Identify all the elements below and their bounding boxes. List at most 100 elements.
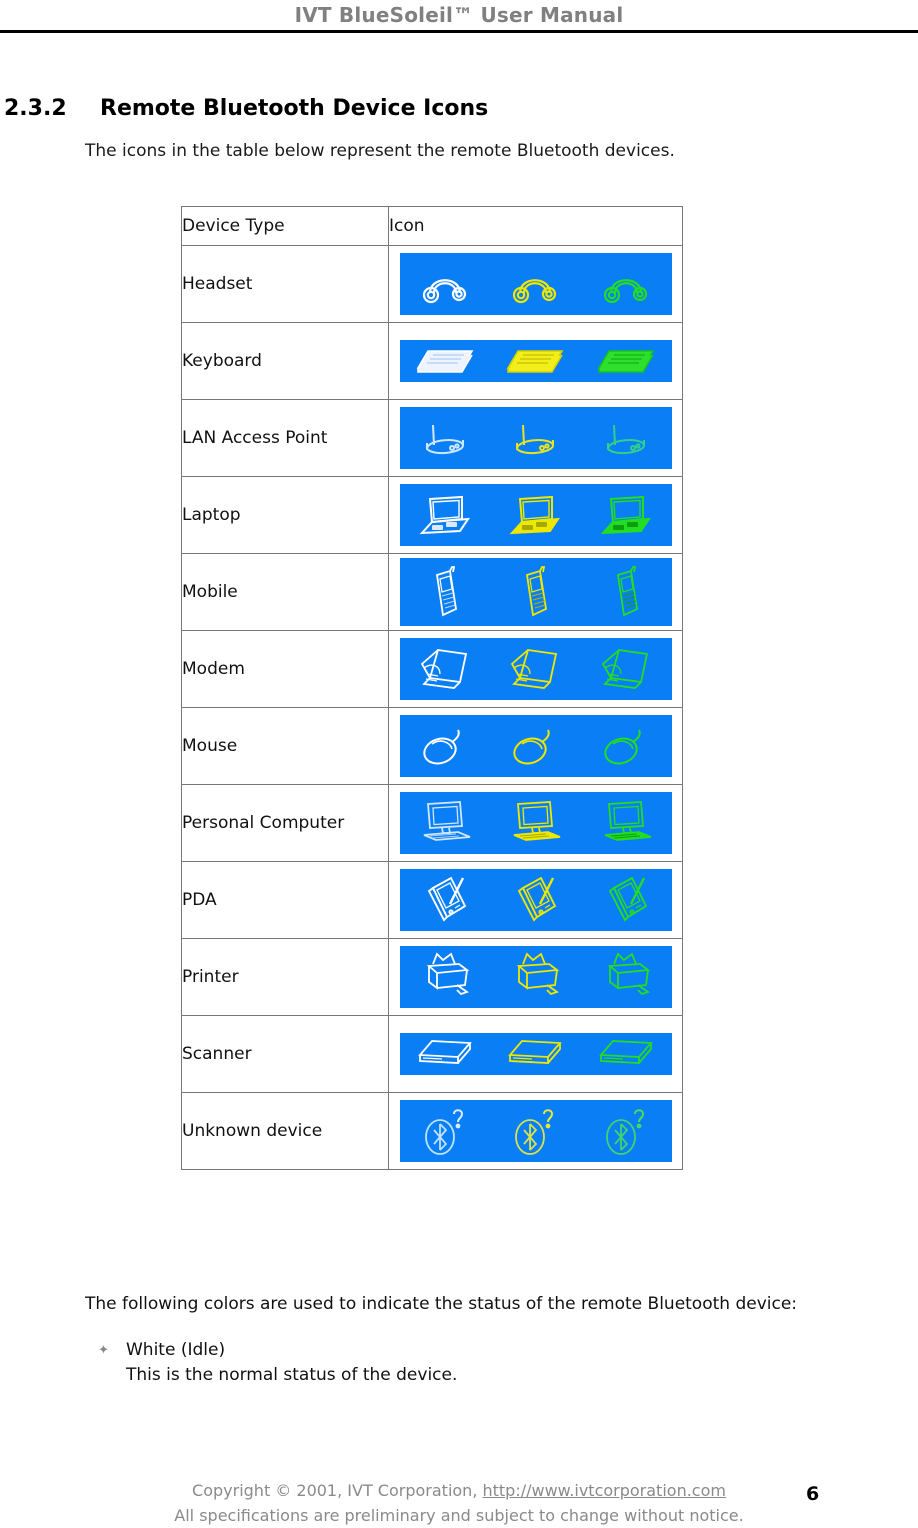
table-row: Keyboard — [181, 322, 683, 400]
personal-computer-icon — [399, 792, 672, 854]
disclaimer-line: All specifications are preliminary and s… — [174, 1506, 744, 1525]
icon-cell — [388, 861, 683, 939]
mouse-icon-green — [589, 715, 663, 777]
table-row: Laptop — [181, 476, 683, 554]
device-type-label: Printer — [181, 938, 389, 1016]
keyboard-icon-yellow — [498, 340, 572, 382]
company-website-link[interactable]: http://www.ivtcorporation.com — [482, 1481, 725, 1500]
personal-computer-icon-white — [408, 792, 482, 854]
keyboard-icon — [399, 340, 672, 382]
pda-icon-yellow — [498, 869, 572, 931]
status-item-label: White (Idle) — [126, 1340, 226, 1360]
modem-icon — [399, 638, 672, 700]
lan-access-point-icon — [399, 407, 672, 469]
unknown-device-icon-white — [408, 1100, 482, 1162]
section-intro-paragraph: The icons in the table below represent t… — [85, 141, 675, 161]
device-type-label: Unknown device — [181, 1092, 389, 1170]
mobile-phone-icon-yellow — [498, 558, 572, 626]
document-header: IVT BlueSoleil™ User Manual — [0, 0, 918, 28]
icon-cell — [388, 245, 683, 323]
table-row: Personal Computer — [181, 784, 683, 862]
icon-cell — [388, 938, 683, 1016]
scanner-icon-green — [589, 1033, 663, 1075]
manual-page: IVT BlueSoleil™ User Manual 2.3.2 Remote … — [0, 0, 918, 1528]
personal-computer-icon-yellow — [498, 792, 572, 854]
icon-cell — [388, 322, 683, 400]
section-title: Remote Bluetooth Device Icons — [100, 96, 489, 121]
table-row: Modem — [181, 630, 683, 708]
unknown-device-icon — [399, 1100, 672, 1162]
icon-cell — [388, 553, 683, 631]
icon-cell — [388, 630, 683, 708]
personal-computer-icon-green — [589, 792, 663, 854]
device-type-label: Mouse — [181, 707, 389, 785]
table-row: Printer — [181, 938, 683, 1016]
header-divider — [0, 30, 918, 33]
list-item: ✦ White (Idle) This is the normal status… — [98, 1338, 898, 1388]
mouse-icon — [399, 715, 672, 777]
scanner-icon — [399, 1033, 672, 1075]
device-type-label: Keyboard — [181, 322, 389, 400]
device-type-label: Mobile — [181, 553, 389, 631]
headset-icon-green — [589, 253, 663, 315]
mobile-phone-icon — [399, 558, 672, 626]
page-number: 6 — [806, 1483, 820, 1505]
column-header-icon: Icon — [388, 206, 683, 246]
device-type-label: LAN Access Point — [181, 399, 389, 477]
laptop-icon-white — [408, 484, 482, 546]
unknown-device-icon-green — [589, 1100, 663, 1162]
copyright-line: Copyright © 2001, IVT Corporation, http:… — [0, 1478, 918, 1503]
device-type-label: PDA — [181, 861, 389, 939]
icon-cell — [388, 1015, 683, 1093]
printer-icon — [399, 946, 672, 1008]
mouse-icon-yellow — [498, 715, 572, 777]
table-row: Scanner — [181, 1015, 683, 1093]
table-row: Unknown device — [181, 1092, 683, 1170]
printer-icon-green — [589, 946, 663, 1008]
keyboard-icon-green — [589, 340, 663, 382]
icon-cell — [388, 399, 683, 477]
device-type-label: Modem — [181, 630, 389, 708]
headset-icon-white — [408, 253, 482, 315]
table-row: Mobile — [181, 553, 683, 631]
mobile-phone-icon-green — [589, 558, 663, 626]
scanner-icon-white — [408, 1033, 482, 1075]
scanner-icon-yellow — [498, 1033, 572, 1075]
device-type-label: Scanner — [181, 1015, 389, 1093]
bullet-diamond-icon: ✦ — [98, 1343, 109, 1358]
document-footer: Copyright © 2001, IVT Corporation, http:… — [0, 1478, 918, 1528]
icon-cell — [388, 707, 683, 785]
laptop-icon-yellow — [498, 484, 572, 546]
headset-icon — [399, 253, 672, 315]
lan-access-point-icon-green — [589, 407, 663, 469]
table-row: Mouse — [181, 707, 683, 785]
pda-icon-white — [408, 869, 482, 931]
section-heading: 2.3.2 Remote Bluetooth Device Icons — [4, 96, 894, 121]
mobile-phone-icon-white — [408, 558, 482, 626]
modem-icon-green — [589, 638, 663, 700]
table-row: LAN Access Point — [181, 399, 683, 477]
keyboard-icon-white — [408, 340, 482, 382]
table-row: PDA — [181, 861, 683, 939]
printer-icon-white — [408, 946, 482, 1008]
status-intro-paragraph: The following colors are used to indicat… — [85, 1294, 798, 1314]
icon-cell — [388, 1092, 683, 1170]
table-header-row: Device Type Icon — [181, 206, 683, 246]
status-bullet-list: ✦ White (Idle) This is the normal status… — [98, 1338, 898, 1388]
laptop-icon — [399, 484, 672, 546]
device-type-label: Laptop — [181, 476, 389, 554]
headset-icon-yellow — [498, 253, 572, 315]
lan-access-point-icon-yellow — [498, 407, 572, 469]
icon-cell — [388, 476, 683, 554]
pda-icon-green — [589, 869, 663, 931]
lan-access-point-icon-white — [408, 407, 482, 469]
icon-cell — [388, 784, 683, 862]
column-header-device-type: Device Type — [181, 206, 389, 246]
table-row: Headset — [181, 245, 683, 323]
section-number: 2.3.2 — [4, 96, 67, 121]
laptop-icon-green — [589, 484, 663, 546]
modem-icon-white — [408, 638, 482, 700]
unknown-device-icon-yellow — [498, 1100, 572, 1162]
printer-icon-yellow — [498, 946, 572, 1008]
pda-icon — [399, 869, 672, 931]
